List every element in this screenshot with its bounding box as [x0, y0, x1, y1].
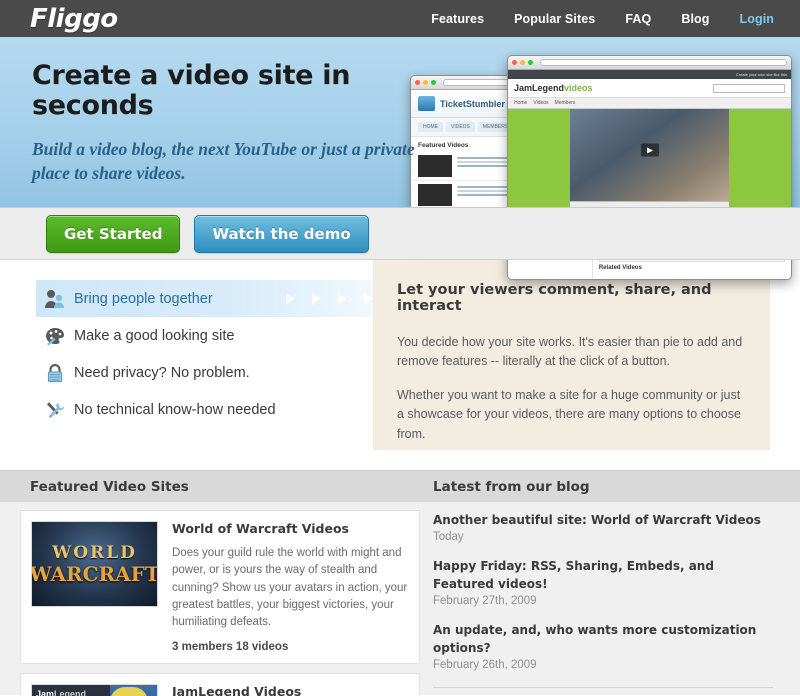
chevron-right-icon [312, 292, 321, 305]
site-stats: 3 members 18 videos [172, 641, 289, 654]
watch-demo-button[interactable]: Watch the demo [194, 214, 369, 253]
site-description: Does your guild rule the world with migh… [172, 547, 408, 628]
jl-nav-videos: Videos [533, 100, 549, 106]
nav-popular-sites[interactable]: Popular Sites [514, 12, 595, 26]
browser-chrome [508, 56, 791, 70]
address-bar [540, 59, 787, 66]
people-icon [44, 289, 74, 309]
ts-video-thumb [418, 184, 452, 206]
blog-heading: Latest from our blog [433, 479, 590, 495]
site-title[interactable]: World of Warcraft Videos [172, 521, 409, 536]
chevron-right-icon [364, 292, 373, 305]
hero-subtitle: Build a video blog, the next YouTube or … [32, 139, 415, 183]
post-title[interactable]: Happy Friday: RSS, Sharing, Embeds, and … [433, 558, 773, 593]
ts-tab-videos: VIDEOS [446, 122, 475, 132]
feature-arrows [286, 292, 381, 305]
jamlegend-header: JamLegendvideos [508, 79, 791, 97]
featured-sites-heading: Featured Video Sites [30, 479, 189, 495]
jamlegend-cta-text: Create your own site like this [735, 72, 787, 77]
list-item[interactable]: Happy Friday: RSS, Sharing, Embeds, and … [433, 558, 773, 607]
page-root: Fliggo Features Popular Sites FAQ Blog L… [0, 0, 800, 696]
divider [433, 686, 773, 688]
feature-item-bring-people-together[interactable]: Bring people together [36, 280, 381, 317]
jamlegend-logo: JamLegendvideos [514, 83, 593, 93]
list-item[interactable]: An update, and, who wants more customiza… [433, 622, 773, 671]
feature-label: Bring people together [74, 290, 213, 307]
hero-text-block: Create a video site in seconds Build a v… [32, 61, 432, 186]
page-title: Create a video site in seconds [32, 60, 351, 121]
list-item[interactable]: JamLegend JamLegend Videos [20, 673, 420, 696]
feature-list: Bring people together Make a good lookin… [36, 280, 381, 428]
video-frame [570, 109, 729, 201]
close-icon [512, 60, 517, 65]
featured-sites-list: WORLD WARCRAFT World of Warcraft Videos … [20, 510, 420, 696]
jamlegend-cta-strip: Create your own site like this [508, 70, 791, 79]
list-item[interactable]: Another beautiful site: World of Warcraf… [433, 512, 773, 543]
chevron-right-icon [286, 292, 295, 305]
main-navigation: Features Popular Sites FAQ Blog Login [431, 12, 774, 26]
nav-login[interactable]: Login [739, 12, 774, 26]
chevron-right-icon [338, 292, 347, 305]
jam-thumb-logo: JamLegend [36, 689, 87, 696]
get-started-button[interactable]: Get Started [46, 214, 181, 253]
jl-nav-members: Members [554, 100, 576, 106]
bottom-section: WORLD WARCRAFT World of Warcraft Videos … [0, 502, 800, 696]
jl-nav-home: Home [514, 100, 528, 106]
feature-label: Need privacy? No problem. [74, 364, 250, 381]
feature-item-privacy[interactable]: Need privacy? No problem. [36, 354, 381, 391]
blog-post-list: Another beautiful site: World of Warcraf… [433, 512, 773, 696]
nav-features[interactable]: Features [431, 12, 484, 26]
feature-label: No technical know-how needed [74, 401, 276, 418]
panel-paragraph: Whether you want to make a site for a hu… [397, 387, 741, 441]
section-header-band: Featured Video Sites Latest from our blo… [0, 470, 800, 502]
hero-section: Create a video site in seconds Build a v… [0, 37, 800, 280]
minimize-icon [520, 60, 525, 65]
site-thumbnail-wow: WORLD WARCRAFT [31, 521, 158, 607]
hero-actions: Get Started Watch the demo [0, 207, 800, 260]
post-title[interactable]: An update, and, who wants more customiza… [433, 622, 773, 657]
post-date: February 27th, 2009 [433, 595, 537, 608]
wow-thumb-line1: WORLD [52, 542, 137, 563]
features-section: Bring people together Make a good lookin… [0, 260, 800, 470]
post-date: February 26th, 2009 [433, 658, 537, 671]
maximize-icon [528, 60, 533, 65]
feature-item-no-technical-knowhow[interactable]: No technical know-how needed [36, 391, 381, 428]
play-icon [640, 143, 659, 157]
list-item[interactable]: WORLD WARCRAFT World of Warcraft Videos … [20, 510, 420, 665]
jam-avatar [109, 685, 157, 696]
feature-detail-panel: Let your viewers comment, share, and int… [373, 260, 770, 450]
ticketstumbler-name: TicketStumbler [440, 98, 505, 109]
site-thumbnail-jamlegend: JamLegend [31, 684, 158, 696]
post-title[interactable]: Another beautiful site: World of Warcraf… [433, 512, 773, 529]
lock-icon [44, 363, 74, 383]
site-info: World of Warcraft Videos Does your guild… [172, 521, 409, 653]
site-info: JamLegend Videos JamLegend is online gui… [172, 684, 409, 696]
site-header: Fliggo Features Popular Sites FAQ Blog L… [0, 0, 800, 37]
related-heading: Related Videos [598, 265, 642, 271]
post-date: Today [433, 531, 464, 544]
palette-icon [44, 326, 74, 346]
jamlegend-video-stage [508, 109, 791, 213]
tools-icon [44, 400, 74, 420]
nav-blog[interactable]: Blog [681, 12, 709, 26]
nav-faq[interactable]: FAQ [625, 12, 651, 26]
panel-paragraph: You decide how your site works. It's eas… [397, 335, 743, 369]
wow-thumb-line2: WARCRAFT [31, 561, 158, 586]
panel-heading: Let your viewers comment, share, and int… [397, 282, 712, 314]
site-logo[interactable]: Fliggo [30, 6, 118, 32]
feature-item-good-looking-site[interactable]: Make a good looking site [36, 317, 381, 354]
site-title[interactable]: JamLegend Videos [172, 684, 409, 696]
jamlegend-search-input [713, 83, 785, 93]
jamlegend-nav: Home Videos Members [508, 97, 791, 109]
feature-label: Make a good looking site [74, 327, 235, 344]
